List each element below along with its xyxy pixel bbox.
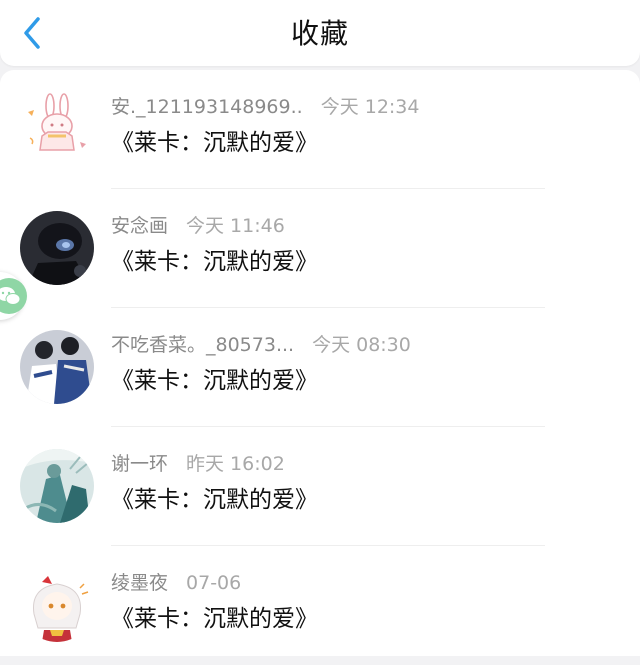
item-content[interactable]: 《莱卡：沉默的爱》 bbox=[111, 127, 318, 159]
timestamp: 今天 08:30 bbox=[312, 334, 411, 356]
item-meta: 安念画 今天 11:46 bbox=[111, 213, 285, 239]
item-meta: 谢一环 昨天 16:02 bbox=[111, 451, 285, 477]
list-item[interactable]: 谢一环 昨天 16:02 《莱卡：沉默的爱》 bbox=[0, 427, 640, 546]
item-meta: 绫墨夜 07-06 bbox=[111, 570, 241, 596]
rabbit-illustration-icon bbox=[20, 92, 94, 166]
floating-wechat-button[interactable] bbox=[0, 272, 27, 320]
avatar[interactable] bbox=[20, 449, 94, 523]
teal-illustration-icon bbox=[20, 449, 94, 523]
item-content[interactable]: 《莱卡：沉默的爱》 bbox=[111, 246, 318, 278]
dark-figure-photo-icon bbox=[20, 211, 94, 285]
wechat-icon-wrap bbox=[0, 277, 28, 315]
item-content[interactable]: 《莱卡：沉默的爱》 bbox=[111, 365, 318, 397]
user-name[interactable]: 谢一环 bbox=[111, 453, 168, 475]
user-name[interactable]: 安念画 bbox=[111, 215, 168, 237]
item-meta: 不吃香菜。_80573... 今天 08:30 bbox=[111, 332, 411, 358]
avatar[interactable] bbox=[20, 92, 94, 166]
list-item[interactable]: 不吃香菜。_80573... 今天 08:30 《莱卡：沉默的爱》 bbox=[0, 308, 640, 427]
two-figures-photo-icon bbox=[20, 330, 94, 404]
favorites-list: 安._121193148969.. 今天 12:34 《莱卡：沉默的爱》 安念画今… bbox=[0, 70, 640, 656]
avatar[interactable] bbox=[20, 568, 94, 642]
avatar[interactable] bbox=[20, 211, 94, 285]
list-item[interactable]: 安念画 今天 11:46 《莱卡：沉默的爱》 bbox=[0, 189, 640, 308]
page-title: 收藏 bbox=[290, 17, 349, 50]
item-content[interactable]: 《莱卡：沉默的爱》 bbox=[111, 603, 318, 635]
user-name[interactable]: 不吃香菜。_80573... bbox=[111, 334, 294, 356]
timestamp: 今天 12:34 bbox=[320, 96, 420, 118]
user-name[interactable]: 安._121193148969.. bbox=[111, 96, 303, 118]
timestamp: 07-06 bbox=[186, 572, 242, 594]
anime-girl-icon bbox=[20, 568, 94, 642]
wechat-icon bbox=[0, 278, 27, 314]
timestamp: 今天 11:46 bbox=[186, 215, 285, 237]
item-content[interactable]: 《莱卡：沉默的爱》 bbox=[111, 484, 318, 516]
top-bar: 收藏 bbox=[0, 0, 640, 66]
avatar[interactable] bbox=[20, 330, 94, 404]
item-meta: 安._121193148969.. 今天 12:34 bbox=[111, 94, 419, 120]
user-name[interactable]: 绫墨夜 bbox=[111, 572, 168, 594]
timestamp: 昨天 16:02 bbox=[186, 453, 285, 475]
list-item[interactable]: 安._121193148969.. 今天 12:34 《莱卡：沉默的爱》 bbox=[0, 70, 640, 189]
list-item[interactable]: 绫墨夜 07-06 《莱卡：沉默的爱》 bbox=[0, 546, 640, 665]
